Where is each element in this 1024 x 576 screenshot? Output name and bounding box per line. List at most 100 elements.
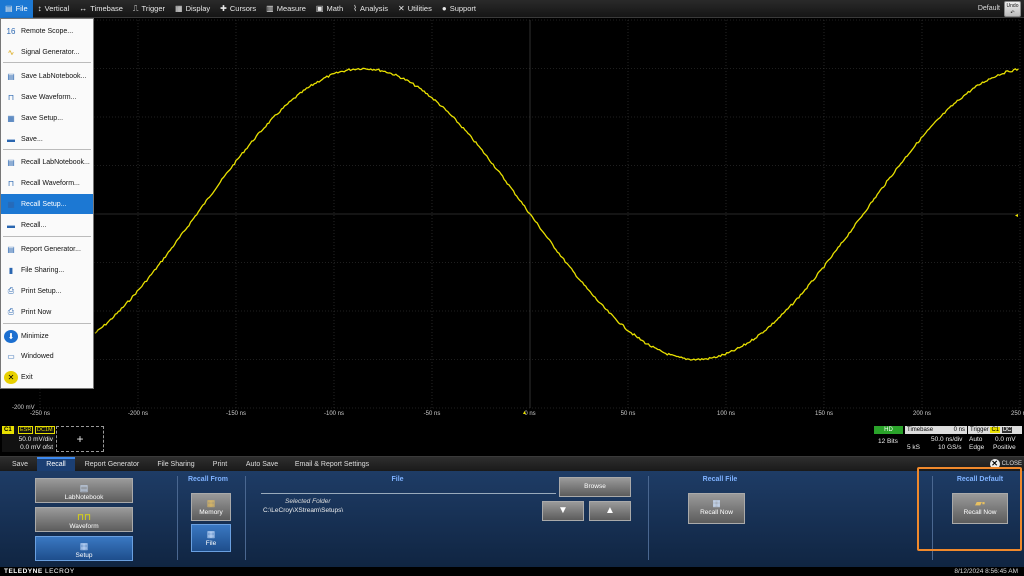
- file-menu-item-windowed[interactable]: ▭ Windowed: [1, 346, 93, 366]
- file-menu-item-recall-setup[interactable]: ▦ Recall Setup...: [1, 194, 93, 214]
- labnotebook-icon: ▤: [79, 483, 89, 493]
- math-icon: ▣: [315, 4, 324, 13]
- recall-file-title: Recall File: [702, 476, 738, 483]
- file-menu-item-signal-generator[interactable]: ∿ Signal Generator...: [1, 42, 93, 62]
- menu-separator: [3, 323, 91, 324]
- file-menu-item-print-now[interactable]: ⎙ Print Now: [1, 302, 93, 322]
- analysis-icon: ⌇: [353, 4, 358, 13]
- timebase-div: 50.0 ns/div: [931, 436, 963, 443]
- channel-1-descriptor[interactable]: C1 ESR DC1M 50.0 mV/div 0.0 mV ofst: [2, 426, 55, 452]
- sample-count: 5 kS: [907, 444, 921, 451]
- file-menu-item-print-setup[interactable]: ⎙ Print Setup...: [1, 281, 93, 301]
- menu-analysis[interactable]: ⌇ Analysis: [348, 0, 393, 18]
- recall-file-icon: ▦: [712, 498, 721, 508]
- measure-icon: ▥: [266, 4, 274, 13]
- folder-path-field[interactable]: [261, 493, 556, 494]
- separator: [648, 476, 649, 560]
- next-file-button[interactable]: ▲: [589, 501, 631, 521]
- channel-1-offset: 0.0 mV ofst: [20, 444, 53, 451]
- tab-report-generator[interactable]: Report Generator: [80, 457, 144, 472]
- menu-cursors[interactable]: ✚ Cursors: [215, 0, 261, 18]
- file-source-icon: ▦: [206, 529, 216, 539]
- file-menu-item-save-setup[interactable]: ▦ Save Setup...: [1, 108, 93, 128]
- recall-from-file-button[interactable]: ▦ File: [191, 524, 231, 552]
- trigger-position-marker: ▴: [523, 410, 526, 416]
- x-tick-label: -100 ns: [324, 411, 344, 417]
- coupling-flag: DC1M: [35, 426, 55, 434]
- x-tick-label: 200 ns: [913, 411, 931, 417]
- recall-default-highlight: [917, 467, 1022, 551]
- file-menu-item-recall[interactable]: ▬ Recall...: [1, 215, 93, 235]
- timebase-icon: ↔: [79, 4, 88, 13]
- teledyne-lecroy-logo: TELEDYNE LECROY: [4, 568, 75, 575]
- channel-1-volts-div: 50.0 mV/div: [18, 436, 53, 443]
- file-menu-item-recall-labnotebook[interactable]: ▤ Recall LabNotebook...: [1, 152, 93, 172]
- signal-generator-icon: ∿: [7, 47, 15, 57]
- menu-separator: [3, 236, 91, 237]
- file-menu-item-save-labnotebook[interactable]: ▤ Save LabNotebook...: [1, 66, 93, 86]
- menu-display[interactable]: ▦ Display: [170, 0, 215, 18]
- tab-print[interactable]: Print: [207, 457, 233, 472]
- save-waveform-icon: ⊓: [7, 92, 15, 102]
- type-setup-button[interactable]: ▦ Setup: [35, 536, 133, 561]
- tab-auto-save[interactable]: Auto Save: [241, 457, 283, 472]
- file-menu-item-recall-waveform[interactable]: ⊓ Recall Waveform...: [1, 173, 93, 193]
- menu-file[interactable]: ▤ File: [0, 0, 33, 18]
- print-now-icon: ⎙: [7, 307, 15, 316]
- menu-timebase[interactable]: ↔ Timebase: [74, 0, 128, 18]
- windowed-icon: ▭: [7, 351, 15, 361]
- type-waveform-button[interactable]: ⊓⊓ Waveform: [35, 507, 133, 532]
- setup-icon: ▦: [79, 541, 89, 551]
- add-trace-button[interactable]: +: [56, 426, 104, 452]
- file-section-title: File: [391, 476, 404, 483]
- undo-button[interactable]: Undo ↶: [1004, 1, 1021, 17]
- trigger-level-marker: ◂: [1015, 213, 1018, 219]
- tab-email-report-settings[interactable]: Email & Report Settings: [290, 457, 374, 472]
- file-menu-item-save[interactable]: ▬ Save...: [1, 129, 93, 149]
- recall-labnotebook-icon: ▤: [7, 157, 15, 167]
- file-menu-item-minimize[interactable]: ⬇ Minimize: [1, 326, 93, 346]
- menu-support[interactable]: ● Support: [437, 0, 481, 18]
- timebase-header: Timebase 0 ns: [905, 426, 967, 434]
- menu-math[interactable]: ▣ Math: [311, 0, 348, 18]
- menu-measure[interactable]: ▥ Measure: [261, 0, 311, 18]
- x-tick-label: -150 ns: [226, 411, 246, 417]
- file-sharing-icon: ▮: [8, 265, 14, 275]
- selected-folder-label: Selected Folder: [285, 498, 331, 505]
- bits-readout: 12 Bits: [878, 438, 898, 445]
- file-menu-item-save-waveform[interactable]: ⊓ Save Waveform...: [1, 87, 93, 107]
- tab-save[interactable]: Save: [6, 457, 34, 472]
- minimize-icon: ⬇: [4, 329, 18, 343]
- menu-utilities[interactable]: ✕ Utilities: [393, 0, 437, 18]
- menu-separator: [3, 149, 91, 150]
- x-tick-label: 0 ns: [524, 411, 535, 417]
- recall-file-now-button[interactable]: ▦ Recall Now: [688, 493, 745, 524]
- menu-trigger[interactable]: ⎍ Trigger: [128, 0, 170, 18]
- x-tick-label: 50 ns: [621, 411, 636, 417]
- report-generator-icon: ▤: [7, 244, 15, 254]
- file-menu-item-exit[interactable]: ✕ Exit: [1, 367, 93, 387]
- tab-file-sharing[interactable]: File Sharing: [152, 457, 200, 472]
- file-menu-item-file-sharing[interactable]: ▮ File Sharing...: [1, 260, 93, 280]
- status-footer: TELEDYNE LECROY 8/12/2024 8:56:45 AM: [0, 567, 1024, 576]
- print-setup-icon: ⎙: [7, 286, 15, 295]
- channel-1-tag: C1: [2, 426, 14, 434]
- recall-icon: ▬: [7, 220, 15, 230]
- menu-vertical[interactable]: ↕ Vertical: [33, 0, 75, 18]
- recall-from-memory-button[interactable]: ▦ Memory: [191, 493, 231, 521]
- waveform-grid[interactable]: -200 mV -250 ns -200 ns -150 ns -100 ns -50 …: [0, 18, 1024, 424]
- previous-file-button[interactable]: ▼: [542, 501, 584, 521]
- separator: [177, 476, 178, 560]
- file-menu-item-report-generator[interactable]: ▤ Report Generator...: [1, 239, 93, 259]
- trigger-header: Trigger C1 DC: [968, 426, 1022, 434]
- browse-button[interactable]: Browse: [559, 477, 631, 497]
- x-tick-label: -50 ns: [424, 411, 441, 417]
- vertical-icon: ↕: [37, 4, 42, 13]
- recall-dialog: ▤ LabNotebook ⊓⊓ Waveform ▦ Setup Recall Fr…: [0, 471, 1024, 567]
- esr-flag: ESR: [18, 426, 34, 434]
- file-menu-item-remote-scope[interactable]: 16 Remote Scope...: [1, 21, 93, 41]
- file-icon: ▤: [5, 4, 13, 13]
- tab-recall[interactable]: Recall: [37, 457, 75, 472]
- type-labnotebook-button[interactable]: ▤ LabNotebook: [35, 478, 133, 503]
- utilities-icon: ✕: [397, 4, 405, 13]
